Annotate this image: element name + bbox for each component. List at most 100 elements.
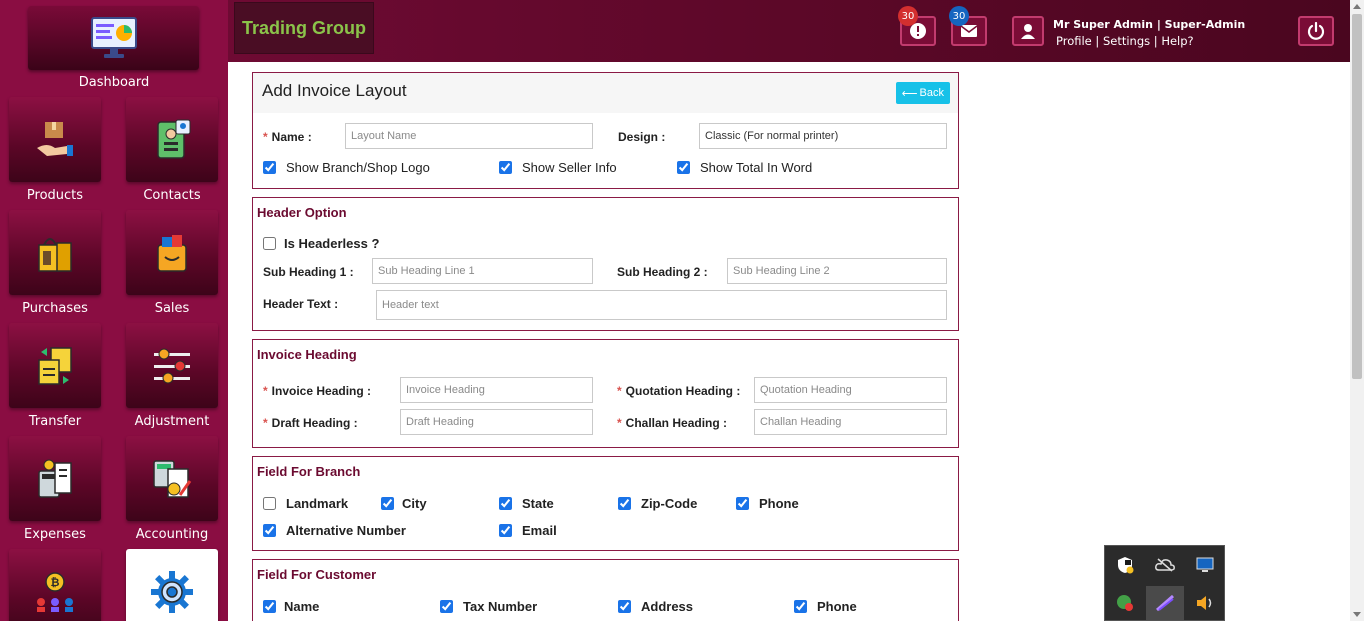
- layout-basic-panel: Add Invoice Layout ⟵Back *Name : Design …: [252, 72, 959, 189]
- checkbox-label: City: [402, 496, 427, 511]
- adjustment-icon: [154, 348, 190, 383]
- shield-warning-icon[interactable]: [1106, 548, 1144, 582]
- zip-code-checkbox[interactable]: Zip-Code: [618, 496, 697, 511]
- show-logo-checkbox[interactable]: Show Branch/Shop Logo: [263, 160, 430, 175]
- sales-icon: [157, 234, 187, 272]
- brand-logo[interactable]: Trading Group: [234, 2, 374, 54]
- checkbox[interactable]: [263, 600, 276, 613]
- checkbox[interactable]: [794, 600, 807, 613]
- expenses-icon: [38, 459, 72, 498]
- sub-heading-1-label: Sub Heading 1 :: [263, 265, 354, 279]
- label-text: Quotation Heading :: [625, 384, 741, 398]
- invoice-heading-input[interactable]: [400, 377, 593, 403]
- sidebar-item-adjustment[interactable]: [126, 323, 218, 408]
- draft-heading-label: * Draft Heading :: [263, 416, 358, 430]
- draft-heading-input[interactable]: [400, 409, 593, 435]
- show-total-word-checkbox[interactable]: Show Total In Word: [677, 160, 812, 175]
- purchases-icon: [38, 237, 72, 272]
- speaker-icon[interactable]: [1186, 586, 1224, 620]
- landmark-checkbox[interactable]: Landmark: [263, 496, 348, 511]
- checkbox-label: Phone: [817, 599, 857, 614]
- alerts-button[interactable]: 30: [898, 6, 936, 46]
- email-checkbox[interactable]: Email: [499, 523, 557, 538]
- checkbox[interactable]: [263, 524, 276, 537]
- name-label: * Name :: [263, 130, 312, 144]
- branch-fields-panel: Field For Branch Landmark City State Zip…: [252, 456, 959, 551]
- sidebar-item-purchases[interactable]: [9, 210, 101, 295]
- sidebar-item-accounting[interactable]: [126, 436, 218, 521]
- checkbox-label: Email: [522, 523, 557, 538]
- sidebar-item-sales[interactable]: [126, 210, 218, 295]
- name-label-text: Name :: [271, 130, 312, 144]
- checkbox-label: Landmark: [286, 496, 349, 511]
- messages-button[interactable]: 30: [949, 6, 987, 46]
- challan-heading-label: * Challan Heading :: [617, 416, 727, 430]
- required-mark: *: [263, 384, 268, 398]
- scroll-up-arrow[interactable]: [1353, 4, 1361, 9]
- city-checkbox[interactable]: City: [381, 496, 427, 511]
- checkbox[interactable]: [263, 161, 276, 174]
- checkbox[interactable]: [499, 524, 512, 537]
- checkbox[interactable]: [263, 497, 276, 510]
- checkbox[interactable]: [618, 600, 631, 613]
- checkbox-label: State: [522, 496, 554, 511]
- invoice-heading-label: * Invoice Heading :: [263, 384, 371, 398]
- checkbox[interactable]: [499, 161, 512, 174]
- checkbox-label: Zip-Code: [641, 496, 698, 511]
- sidebar-item-settings[interactable]: [126, 549, 218, 621]
- dashboard-icon: [90, 17, 137, 58]
- cloud-offline-icon[interactable]: [1146, 548, 1184, 582]
- checkbox[interactable]: [677, 161, 690, 174]
- customer-name-checkbox[interactable]: Name: [263, 599, 319, 614]
- phone-checkbox[interactable]: Phone: [736, 496, 799, 511]
- help-link[interactable]: Help?: [1161, 34, 1193, 48]
- sidebar-item-expenses[interactable]: [9, 436, 101, 521]
- sub-heading-1-input[interactable]: [372, 258, 593, 284]
- checkbox[interactable]: [381, 497, 394, 510]
- dashboard-tile[interactable]: [28, 6, 199, 70]
- state-checkbox[interactable]: State: [499, 496, 554, 511]
- quotation-heading-input[interactable]: [754, 377, 947, 403]
- topbar: Trading Group 30 30 Mr Super Admin | Sup…: [228, 0, 1350, 62]
- display-icon[interactable]: [1186, 548, 1224, 582]
- customer-phone-checkbox[interactable]: Phone: [794, 599, 857, 614]
- checkbox[interactable]: [499, 497, 512, 510]
- sidebar-item-hrm[interactable]: ₿: [9, 549, 101, 621]
- security-app-icon[interactable]: [1106, 586, 1144, 620]
- layout-name-input[interactable]: [345, 123, 593, 149]
- envelope-icon: [960, 25, 978, 37]
- checkbox[interactable]: [618, 497, 631, 510]
- checkbox-label: Name: [284, 599, 320, 614]
- checkbox-label: Is Headerless ?: [284, 236, 380, 251]
- settings-link[interactable]: Settings: [1103, 34, 1150, 48]
- address-checkbox[interactable]: Address: [618, 599, 693, 614]
- scroll-down-arrow[interactable]: [1353, 612, 1361, 617]
- checkbox[interactable]: [440, 600, 453, 613]
- design-select[interactable]: Classic (For normal printer): [699, 123, 947, 149]
- profile-link[interactable]: Profile: [1056, 34, 1092, 48]
- pen-app-icon[interactable]: [1146, 586, 1184, 620]
- show-seller-checkbox[interactable]: Show Seller Info: [499, 160, 617, 175]
- challan-heading-input[interactable]: [754, 409, 947, 435]
- checkbox[interactable]: [736, 497, 749, 510]
- sidebar-item-contacts[interactable]: [126, 97, 218, 182]
- header-text-input[interactable]: [376, 290, 947, 320]
- logout-button[interactable]: [1298, 16, 1334, 46]
- sidebar-item-label: Expenses: [24, 527, 86, 542]
- sidebar-item-label: Adjustment: [134, 414, 210, 429]
- alt-number-checkbox[interactable]: Alternative Number: [263, 523, 406, 538]
- user-avatar[interactable]: [1012, 16, 1044, 46]
- customer-fields-panel: Field For Customer Name Tax Number Addre…: [252, 559, 959, 621]
- checkbox-label: Alternative Number: [286, 523, 406, 538]
- tax-number-checkbox[interactable]: Tax Number: [440, 599, 537, 614]
- page-scrollbar[interactable]: [1350, 0, 1364, 621]
- scroll-thumb[interactable]: [1352, 14, 1362, 379]
- sidebar-item-label: Accounting: [135, 527, 209, 542]
- sidebar-item-transfer[interactable]: [9, 323, 101, 408]
- link-separator: |: [1091, 34, 1103, 48]
- back-button[interactable]: ⟵ Back: [895, 82, 950, 104]
- sub-heading-2-input[interactable]: [727, 258, 947, 284]
- headerless-checkbox[interactable]: Is Headerless ?: [263, 236, 379, 251]
- checkbox[interactable]: [263, 237, 276, 250]
- sidebar-item-products[interactable]: [9, 97, 101, 182]
